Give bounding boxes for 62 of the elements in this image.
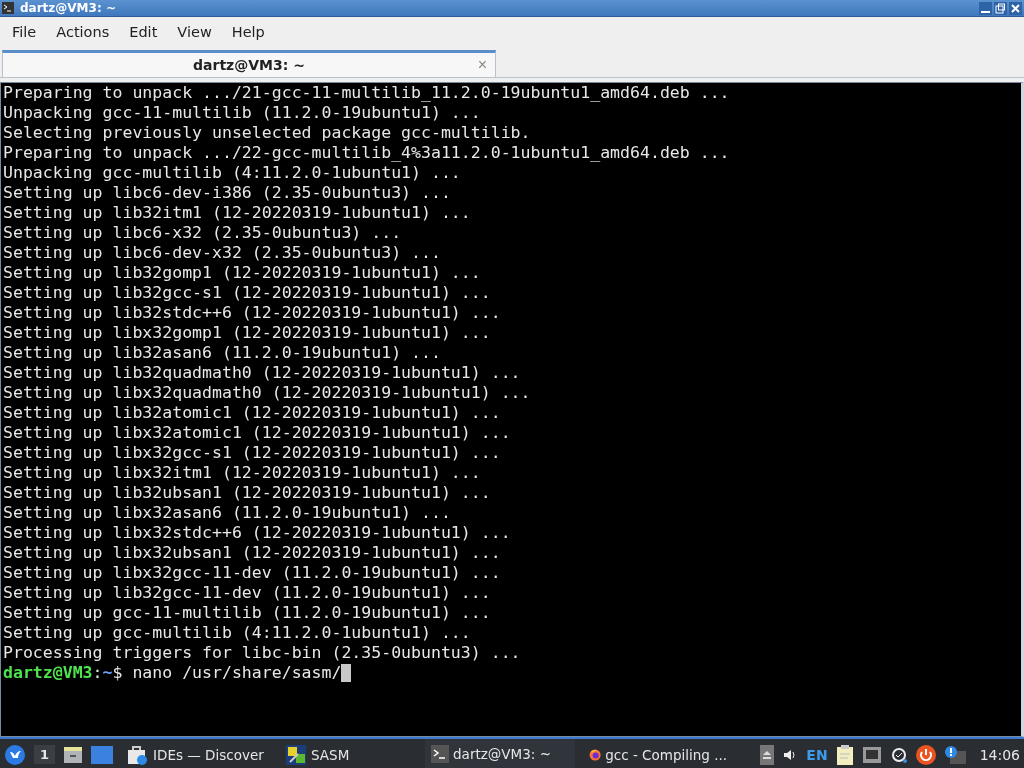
terminal-line: Preparing to unpack .../21-gcc-11-multilib_11.2.0-19ubuntu1_amd64.deb ... [3, 83, 731, 103]
taskbar-task[interactable]: SASM [279, 739, 418, 768]
text-cursor [341, 664, 352, 682]
terminal-line: Setting up libc6-x32 (2.35-0ubuntu3) ... [3, 223, 403, 243]
terminal-line: Setting up lib32gomp1 (12-20220319-1ubuntu1) ... [3, 263, 482, 283]
terminal-line: Setting up lib32quadmath0 (12-20220319-1ubuntu1) ... [3, 363, 522, 383]
clock[interactable]: 14:06 [979, 746, 1020, 763]
restore-button[interactable] [994, 1, 1007, 15]
terminal-line: Processing triggers for libc-bin (2.35-0ubuntu3) ... [3, 643, 522, 663]
sync-icon[interactable] [889, 745, 908, 764]
terminal-line: Setting up lib32atomic1 (12-20220319-1ubuntu1) ... [3, 403, 502, 423]
terminal-line: Setting up libx32gcc-s1 (12-20220319-1ubuntu1) ... [3, 443, 502, 463]
close-button[interactable] [1009, 1, 1022, 15]
bag-icon [127, 743, 150, 766]
window-title: dartz@VM3: ~ [20, 1, 116, 15]
terminal-line: Unpacking gcc-11-multilib (11.2.0-19ubuntu1) ... [3, 103, 482, 123]
taskbar-task[interactable]: dartz@VM3: ~ [425, 739, 576, 768]
terminal-line: Setting up lib32ubsan1 (12-20220319-1ubuntu1) ... [3, 483, 492, 503]
command-text: $ nano /usr/share/sasm/ [112, 663, 342, 683]
terminal-line: Setting up lib32asan6 (11.2.0-19ubuntu1) ... [3, 343, 442, 363]
terminal-line: Setting up libx32quadmath0 (12-20220319-1ubuntu1) ... [3, 383, 532, 403]
terminal-line: Setting up libx32gcc-11-dev (11.2.0-19ubuntu1) ... [3, 563, 502, 583]
menu-item[interactable]: View [167, 24, 222, 40]
terminal-line: Unpacking gcc-multilib (4:11.2.0-1ubuntu1) ... [3, 163, 462, 183]
prompt-path: ~ [102, 663, 113, 683]
keyboard-layout[interactable]: EN [806, 746, 828, 763]
terminal-line: Setting up libx32asan6 (11.2.0-19ubuntu1) ... [3, 503, 452, 523]
taskbar-task[interactable]: IDEs — Discover [121, 739, 272, 768]
taskbar-task[interactable]: gcc - Compiling ... [583, 739, 734, 768]
terminal-line: Selecting previously unselected package gcc-multilib. [3, 123, 532, 143]
sasm-icon [285, 743, 308, 766]
prompt-user-host: dartz@VM3 [3, 663, 93, 683]
prompt-separator: : [92, 663, 103, 683]
terminal-line: Setting up lib32stdc++6 (12-20220319-1ubuntu1) ... [3, 303, 502, 323]
menu-item[interactable]: Actions [46, 24, 120, 40]
terminal-line: Setting up libc6-dev-i386 (2.35-0ubuntu3) ... [3, 183, 452, 203]
network-icon[interactable] [861, 745, 882, 764]
minimize-button[interactable] [979, 1, 992, 15]
terminal-line: Setting up lib32gcc-s1 (12-20220319-1ubuntu1) ... [3, 283, 492, 303]
notification-icon[interactable] [943, 744, 966, 765]
desktop-icon[interactable] [91, 745, 114, 764]
eject-icon[interactable] [760, 744, 775, 765]
terminal-icon [2, 2, 14, 14]
menu-item[interactable]: File [2, 24, 47, 40]
terminal-tab[interactable]: dartz@VM3: ~ × [2, 50, 496, 77]
desktop-switcher[interactable]: 1 [34, 745, 56, 764]
terminal-line: Preparing to unpack .../22-gcc-multilib_4%3a11.2.0-1ubuntu1_amd64.deb ... [3, 143, 731, 163]
menu-item[interactable]: Help [221, 24, 275, 40]
terminal-line: Setting up libx32atomic1 (12-20220319-1ubuntu1) ... [3, 423, 512, 443]
terminal-icon [431, 744, 450, 763]
file-cabinet-icon[interactable] [63, 744, 84, 765]
terminal-line: Setting up lib32gcc-11-dev (11.2.0-19ubuntu1) ... [3, 583, 492, 603]
terminal-line: Setting up libx32ubsan1 (12-20220319-1ubuntu1) ... [3, 543, 502, 563]
terminal-line: Setting up gcc-11-multilib (11.2.0-19ubuntu1) ... [3, 603, 492, 623]
terminal-line: Setting up libx32itm1 (12-20220319-1ubuntu1) ... [3, 463, 482, 483]
terminal-line: Setting up libc6-dev-x32 (2.35-0ubuntu3) ... [3, 243, 442, 263]
menu-item[interactable]: Edit [119, 24, 168, 40]
terminal-line: Setting up lib32itm1 (12-20220319-1ubuntu1) ... [3, 203, 472, 223]
terminal-line: Setting up libx32gomp1 (12-20220319-1ubuntu1) ... [3, 323, 492, 343]
terminal-line: Setting up gcc-multilib (4:11.2.0-1ubuntu1) ... [3, 623, 472, 643]
clipboard-icon[interactable] [835, 743, 854, 766]
terminal-line: Setting up libx32stdc++6 (12-20220319-1ubuntu1) ... [3, 523, 512, 543]
